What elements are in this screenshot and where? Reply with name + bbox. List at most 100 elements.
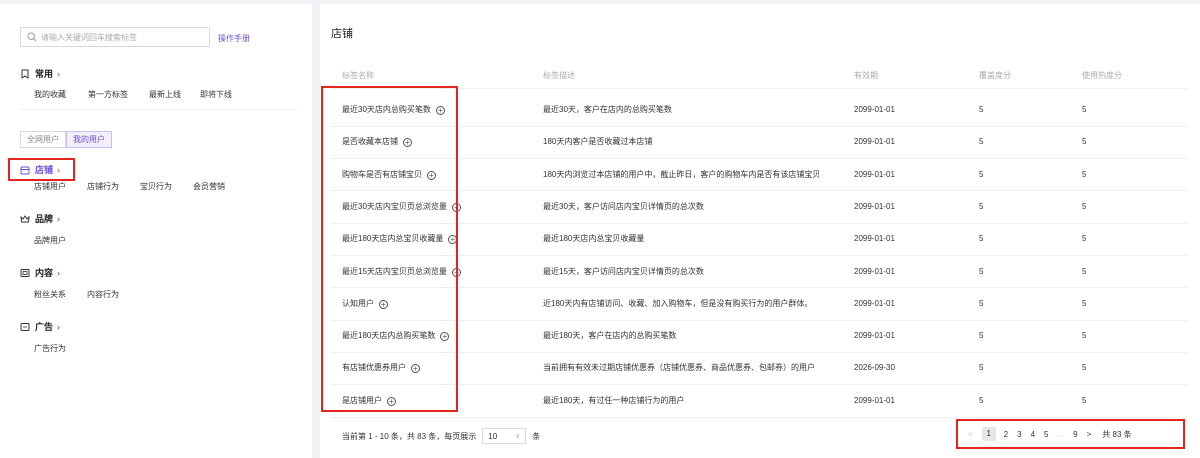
sidebar-item[interactable]: 广告行为: [34, 343, 66, 354]
section-common[interactable]: 常用 ›: [20, 67, 60, 80]
total-count: 共 83 条: [1102, 429, 1132, 439]
page-button[interactable]: 3: [1017, 430, 1021, 439]
content-icon: [20, 268, 30, 277]
tag-expiry: 2099-01-01: [854, 266, 895, 276]
tag-expiry: 2099-01-01: [854, 395, 895, 405]
sidebar-item[interactable]: 品牌用户: [34, 235, 66, 246]
tag-description: 180天内浏览过本店铺的用户中，截止昨日，客户的购物车内是否有该店铺宝贝: [543, 169, 821, 179]
crown-icon: [20, 214, 30, 222]
tag-description: 最近15天，客户访问店内宝贝详情页的总次数: [543, 266, 704, 276]
page-ellipsis[interactable]: ...: [1057, 430, 1064, 439]
section-content-items: 粉丝关系 内容行为: [34, 289, 119, 300]
tag-description: 最近30天，客户在店内的总购买笔数: [543, 105, 672, 114]
column-header: 标签描述: [543, 71, 575, 80]
page-size-select[interactable]: 10 ∨: [482, 428, 527, 444]
section-title: 店铺: [35, 165, 54, 175]
section-ads[interactable]: 广告 ›: [20, 320, 60, 333]
scope-tabs: 全网用户 我的用户: [20, 131, 112, 148]
range-text: 当前第 1 - 10 条，共 83 条，每页展示: [342, 431, 477, 441]
tab-my-users[interactable]: 我的用户: [66, 131, 112, 148]
tag-heat: 5: [1082, 105, 1087, 114]
chevron-right-icon: ›: [57, 68, 61, 79]
manual-link[interactable]: 操作手册: [218, 33, 250, 44]
tag-heat: 5: [1082, 298, 1087, 308]
page-button[interactable]: 1: [981, 427, 996, 441]
chevron-right-icon: ›: [57, 164, 61, 175]
tab-all-users[interactable]: 全网用户: [20, 131, 66, 148]
divider: [331, 416, 1187, 418]
tag-expiry: 2099-01-01: [854, 137, 895, 147]
sidebar-item[interactable]: 我的收藏: [34, 89, 88, 100]
column-header: 有效期: [854, 71, 878, 80]
tag-heat: 5: [1082, 363, 1087, 373]
chevron-right-icon: ›: [57, 321, 61, 332]
section-brand-items: 品牌用户: [34, 235, 66, 246]
section-title: 内容: [35, 268, 54, 278]
page-size-value: 10: [488, 431, 498, 441]
tag-heat: 5: [1082, 331, 1087, 341]
tag-coverage: 5: [979, 266, 984, 276]
tag-description: 当前拥有有效未过期店铺优惠券（店铺优惠券、商品优惠券、包邮券）的用户: [543, 363, 815, 373]
tag-heat: 5: [1082, 234, 1087, 244]
tag-heat: 5: [1082, 266, 1087, 276]
page-button[interactable]: 5: [1044, 430, 1048, 439]
chevron-down-icon: ∨: [515, 433, 521, 440]
sidebar-item[interactable]: 会员营销: [193, 181, 225, 192]
ad-icon: [20, 322, 30, 331]
sidebar-item[interactable]: 最新上线: [149, 89, 200, 100]
sidebar-item[interactable]: 内容行为: [87, 289, 119, 300]
search-input[interactable]: [41, 32, 201, 42]
section-title: 品牌: [35, 214, 54, 224]
tag-expiry: 2099-01-01: [854, 105, 895, 114]
section-title: 广告: [35, 322, 54, 332]
page-button[interactable]: 2: [1004, 430, 1008, 439]
tag-coverage: 5: [979, 137, 984, 147]
tag-coverage: 5: [979, 169, 984, 179]
sidebar-item[interactable]: 粉丝关系: [34, 289, 87, 300]
page-title: 店铺: [331, 28, 353, 40]
tag-description: 180天内客户是否收藏过本店铺: [543, 137, 653, 147]
page-button[interactable]: 9: [1073, 430, 1077, 439]
chevron-right-icon: ›: [57, 267, 61, 278]
tag-expiry: 2099-01-01: [854, 331, 895, 341]
section-content[interactable]: 内容 ›: [20, 266, 60, 279]
section-title: 常用: [35, 69, 54, 79]
tag-description: 最近180天，客户在店内的总购买笔数: [543, 331, 677, 341]
tag-expiry: 2099-01-01: [854, 169, 895, 179]
tag-description: 最近30天，客户访问店内宝贝详情页的总次数: [543, 201, 704, 211]
section-shop-items: 店铺用户 店铺行为 宝贝行为 会员营销: [34, 181, 225, 192]
tag-coverage: 5: [979, 201, 984, 211]
column-header: 覆盖度分: [979, 71, 1011, 80]
section-ads-items: 广告行为: [34, 343, 66, 354]
tag-coverage: 5: [979, 298, 984, 308]
sidebar-item[interactable]: 店铺行为: [87, 181, 140, 192]
search-box[interactable]: [20, 27, 210, 47]
prev-page-button[interactable]: <: [968, 430, 973, 439]
section-common-items: 我的收藏 第一方标签 最新上线 即将下线: [34, 89, 232, 100]
sidebar-item[interactable]: 店铺用户: [34, 181, 87, 192]
tag-description: 近180天内有店铺访问、收藏、加入购物车，但是没有购买行为的用户群体。: [543, 298, 813, 308]
divider: [20, 109, 298, 110]
divider: [331, 88, 1187, 89]
tag-expiry: 2026-09-30: [854, 363, 895, 373]
page-button[interactable]: 4: [1031, 430, 1035, 439]
section-shop[interactable]: 店铺 ›: [8, 158, 75, 181]
tag-expiry: 2099-01-01: [854, 298, 895, 308]
sidebar-item[interactable]: 即将下线: [200, 89, 232, 100]
tag-description: 最近180天店内总宝贝收藏量: [543, 234, 645, 244]
tag-description: 最近180天，有过任一种店铺行为的用户: [543, 395, 685, 405]
table-footer: 当前第 1 - 10 条，共 83 条，每页展示 10 ∨ 条: [342, 428, 540, 444]
column-header: 使用热度分: [1082, 71, 1122, 80]
tag-coverage: 5: [979, 105, 984, 114]
next-page-button[interactable]: >: [1087, 430, 1092, 439]
pagination: < 1 2 3 4 5 ... 9 > 共 83 条: [959, 420, 1182, 448]
column-header: 标签名称: [342, 71, 374, 80]
shop-icon: [20, 166, 30, 174]
sidebar-item[interactable]: 第一方标签: [88, 89, 149, 100]
tag-coverage: 5: [979, 234, 984, 244]
section-brand[interactable]: 品牌 ›: [20, 212, 60, 225]
tag-coverage: 5: [979, 395, 984, 405]
sidebar-item[interactable]: 宝贝行为: [140, 181, 193, 192]
bookmark-icon: [21, 69, 29, 79]
tag-heat: 5: [1082, 201, 1087, 211]
